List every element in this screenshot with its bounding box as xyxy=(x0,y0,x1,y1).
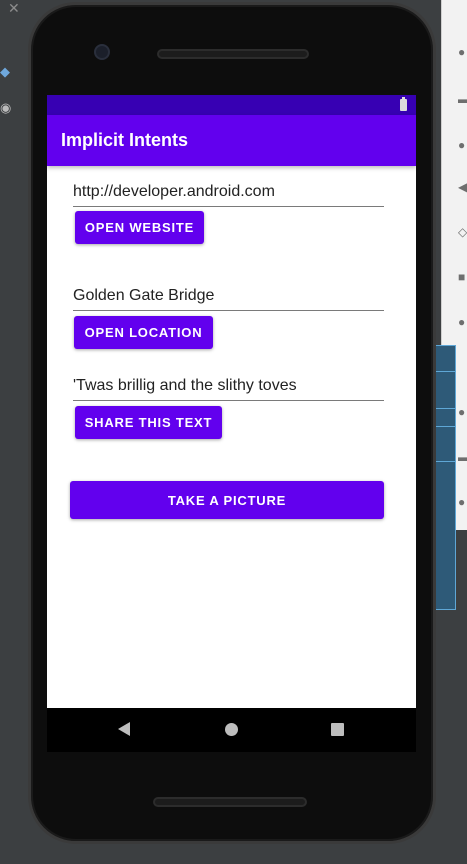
navigation-bar xyxy=(47,708,416,752)
ide-eye-icon[interactable]: ◉ xyxy=(0,100,18,118)
app-title: Implicit Intents xyxy=(61,130,189,150)
app-bar: Implicit Intents xyxy=(47,115,416,166)
ide-design-tool-icon[interactable]: ◆ xyxy=(0,64,18,82)
device-screen: Implicit Intents http://developer.androi… xyxy=(47,95,416,708)
take-picture-button[interactable]: TAKE A PICTURE xyxy=(70,481,384,519)
bottom-speaker xyxy=(153,797,307,807)
palette-item-icon[interactable]: ■ xyxy=(458,270,467,284)
home-icon[interactable] xyxy=(225,723,238,736)
website-input[interactable]: http://developer.android.com xyxy=(73,181,384,207)
palette-item-icon[interactable]: ● xyxy=(458,495,467,509)
recents-icon[interactable] xyxy=(331,723,344,736)
palette-item-icon[interactable]: ● xyxy=(458,45,467,59)
palette-item-icon[interactable]: ● xyxy=(458,315,467,329)
ide-left-tools: ◆ ◉ xyxy=(0,60,30,130)
open-website-button[interactable]: OPEN WEBSITE xyxy=(75,211,204,244)
palette-item-icon[interactable]: ● xyxy=(458,405,467,419)
palette-item-icon[interactable]: ◀ xyxy=(458,180,467,194)
open-location-button[interactable]: OPEN LOCATION xyxy=(74,316,213,349)
share-text-button[interactable]: SHARE THIS TEXT xyxy=(75,406,222,439)
location-input[interactable]: Golden Gate Bridge xyxy=(73,285,384,311)
palette-item-icon[interactable]: ▬ xyxy=(458,450,467,464)
share-text-input[interactable]: 'Twas brillig and the slithy toves xyxy=(73,375,384,401)
palette-item-icon[interactable]: ▬ xyxy=(458,92,467,106)
battery-icon xyxy=(400,97,407,111)
front-camera xyxy=(94,44,110,60)
ide-close-icon[interactable]: ✕ xyxy=(8,0,20,17)
palette-item-icon[interactable]: ● xyxy=(458,138,467,152)
palette-item-icon[interactable]: ◇ xyxy=(458,225,467,239)
status-bar xyxy=(47,95,416,115)
top-speaker xyxy=(157,49,309,59)
back-icon[interactable] xyxy=(118,722,130,736)
